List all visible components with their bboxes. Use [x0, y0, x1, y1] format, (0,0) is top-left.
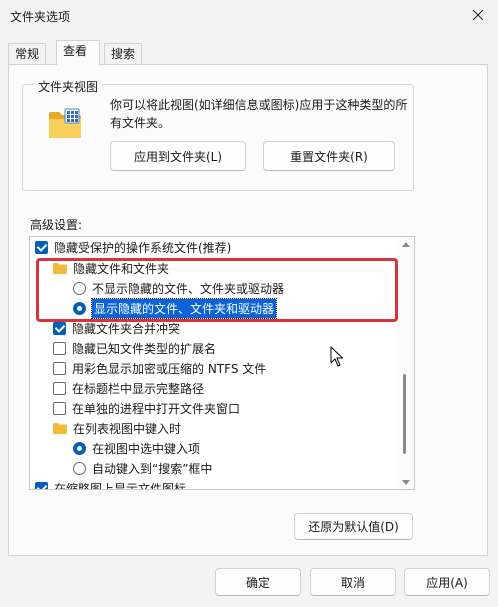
- reset-folders-button[interactable]: 重置文件夹(R): [263, 141, 395, 171]
- tree-item-label: 隐藏受保护的操作系统文件(推荐): [54, 240, 232, 255]
- folder-icon: [53, 423, 67, 434]
- tree-item-label: 隐藏文件和文件夹: [73, 261, 170, 276]
- ok-button[interactable]: 确定: [215, 568, 301, 596]
- folder-icon: [53, 263, 67, 274]
- tree-item-label: 自动键入到“搜索”框中: [92, 461, 213, 476]
- folder-views-label: 文件夹视图: [34, 78, 103, 95]
- checkbox[interactable]: [53, 361, 66, 375]
- folder-views-description: 你可以将此视图(如详细信息或图标)应用于这种类型的所有文件夹。: [110, 98, 408, 130]
- tree-item-label: 在视图中选中键入项: [92, 441, 201, 456]
- tree-item-select-typed[interactable]: 在视图中选中键入项: [30, 438, 400, 458]
- tree-item-hidden-files-folders: 隐藏文件和文件夹: [30, 258, 400, 278]
- tree-item-hide-protected-os-files[interactable]: 隐藏受保护的操作系统文件(推荐): [30, 237, 400, 257]
- tree-item-list-view-typing: 在列表视图中键入时: [30, 418, 400, 438]
- tree-item-label: 显示隐藏的文件、文件夹和驱动器: [90, 297, 278, 319]
- radio-button[interactable]: [73, 301, 86, 315]
- tree-item-label: 在标题栏中显示完整路径: [72, 381, 205, 396]
- close-button[interactable]: [458, 0, 498, 30]
- tree-item-label: 用彩色显示加密或压缩的 NTFS 文件: [72, 361, 267, 376]
- tree-scrollbar[interactable]: [399, 237, 414, 489]
- checkbox[interactable]: [35, 481, 48, 489]
- close-icon: [472, 9, 484, 21]
- checkbox[interactable]: [53, 381, 66, 395]
- advanced-settings-tree[interactable]: 隐藏受保护的操作系统文件(推荐) 隐藏文件和文件夹 不显示隐藏的文件、文件夹或驱…: [29, 236, 415, 490]
- restore-defaults-button[interactable]: 还原为默认值(D): [294, 513, 413, 540]
- tree-item-thumbnail-file-icon[interactable]: 在缩略图上显示文件图标: [30, 478, 400, 490]
- scrollbar-thumb[interactable]: [403, 374, 406, 454]
- tree-item-show-hidden[interactable]: 显示隐藏的文件、文件夹和驱动器: [30, 297, 400, 319]
- tree-item-dont-show-hidden[interactable]: 不显示隐藏的文件、文件夹或驱动器: [30, 278, 400, 298]
- tree-item-full-path-title[interactable]: 在标题栏中显示完整路径: [30, 378, 400, 398]
- tab-search[interactable]: 搜索: [104, 43, 142, 65]
- tree-item-label: 在缩略图上显示文件图标: [54, 481, 187, 490]
- tree-item-label: 在单独的进程中打开文件夹窗口: [72, 401, 241, 416]
- radio-button[interactable]: [73, 281, 86, 295]
- apply-to-folders-button[interactable]: 应用到文件夹(L): [110, 141, 246, 171]
- tree-item-type-into-search[interactable]: 自动键入到“搜索”框中: [30, 458, 400, 478]
- advanced-settings-label: 高级设置:: [30, 218, 83, 232]
- tab-view[interactable]: 查看: [56, 40, 100, 65]
- tree-item-color-ntfs[interactable]: 用彩色显示加密或压缩的 NTFS 文件: [30, 358, 400, 378]
- checkbox[interactable]: [53, 341, 66, 355]
- radio-button[interactable]: [73, 441, 86, 455]
- tab-general[interactable]: 常规: [8, 43, 46, 65]
- tree-item-hide-merge-conflicts[interactable]: 隐藏文件夹合并冲突: [30, 318, 400, 338]
- tree-item-label: 隐藏已知文件类型的扩展名: [72, 341, 217, 356]
- apply-button[interactable]: 应用(A): [404, 568, 490, 596]
- title-bar: 文件夹选项: [0, 0, 498, 34]
- checkbox[interactable]: [35, 240, 48, 254]
- tree-item-hide-extensions[interactable]: 隐藏已知文件类型的扩展名: [30, 338, 400, 358]
- scroll-up-arrow-icon[interactable]: [402, 242, 410, 247]
- tree-item-label: 隐藏文件夹合并冲突: [72, 321, 181, 336]
- tree-item-label: 在列表视图中键入时: [73, 421, 182, 436]
- window-title: 文件夹选项: [10, 10, 71, 24]
- cancel-button[interactable]: 取消: [310, 568, 396, 596]
- checkbox[interactable]: [53, 401, 66, 415]
- mouse-cursor-icon: [330, 346, 343, 367]
- folder-grid-icon: [49, 108, 81, 138]
- radio-button[interactable]: [73, 461, 86, 475]
- tree-item-label: 不显示隐藏的文件、文件夹或驱动器: [92, 281, 285, 296]
- tree-item-separate-process[interactable]: 在单独的进程中打开文件夹窗口: [30, 398, 400, 418]
- scroll-down-arrow-icon[interactable]: [402, 480, 410, 485]
- checkbox[interactable]: [53, 321, 66, 335]
